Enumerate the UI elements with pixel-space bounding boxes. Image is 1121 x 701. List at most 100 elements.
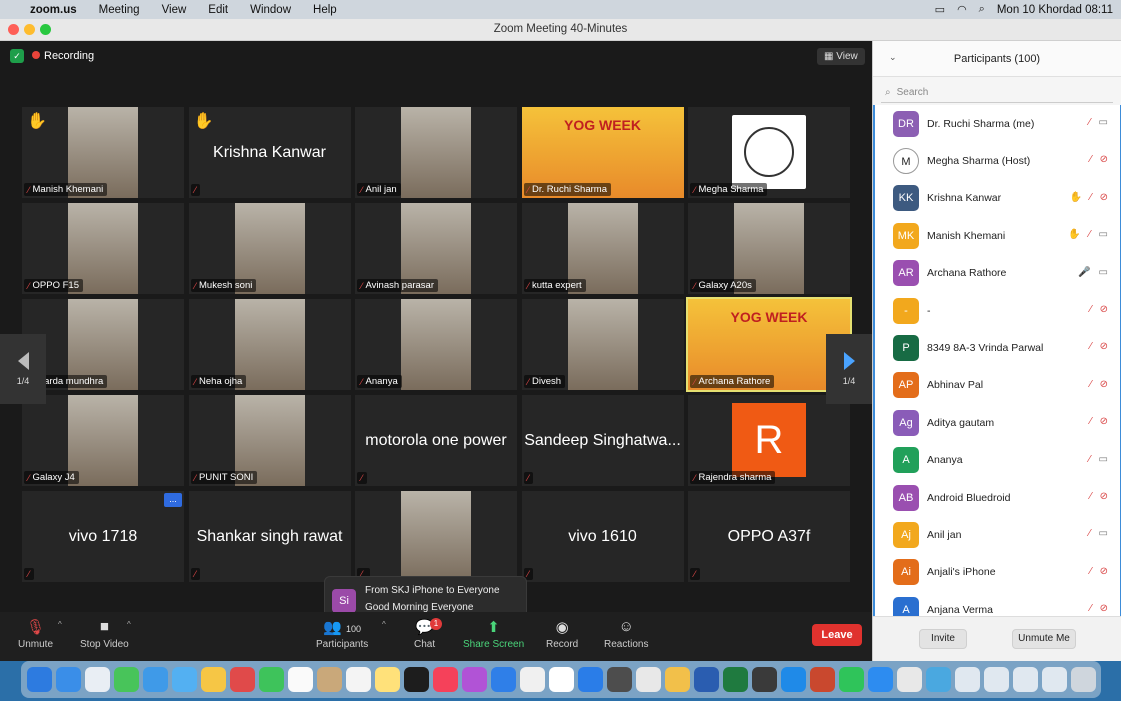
dock-app-icon[interactable] bbox=[230, 667, 255, 692]
dock-app-icon[interactable] bbox=[665, 667, 690, 692]
participants-button[interactable]: 👥 100 Participants bbox=[316, 618, 368, 650]
dock-app-icon[interactable] bbox=[636, 667, 661, 692]
menubar-clock[interactable]: Mon 10 Khordad 08:11 bbox=[997, 4, 1113, 16]
dock-app-icon[interactable] bbox=[810, 667, 835, 692]
microphone-muted-icon[interactable]: ⁄ bbox=[1090, 416, 1092, 427]
microphone-muted-icon[interactable]: ⁄ bbox=[1090, 341, 1092, 352]
video-camera-icon[interactable]: ▭ bbox=[1099, 528, 1108, 539]
microphone-muted-icon[interactable]: ⁄ bbox=[1090, 491, 1092, 502]
participant-row[interactable]: Ag Aditya gautam ⁄ ⊘ bbox=[875, 404, 1120, 441]
menu-meeting[interactable]: Meeting bbox=[99, 4, 140, 16]
previous-page-button[interactable]: 1/4 bbox=[0, 334, 46, 404]
microphone-muted-icon[interactable]: ⁄ bbox=[1090, 154, 1092, 165]
video-tile[interactable]: ⁄ Divesh bbox=[521, 299, 684, 390]
search-icon[interactable]: ⌕ bbox=[979, 3, 985, 16]
wifi-icon[interactable]: ◠ bbox=[957, 3, 967, 16]
participant-row[interactable]: DR Dr. Ruchi Sharma (me) ⁄ ▭ bbox=[875, 105, 1120, 142]
microphone-muted-icon[interactable]: ⁄ bbox=[1090, 304, 1092, 315]
dock-app-icon[interactable] bbox=[607, 667, 632, 692]
dock-app-icon[interactable] bbox=[897, 667, 922, 692]
video-tile[interactable]: ⁄ Ananya bbox=[355, 299, 517, 390]
participant-row[interactable]: P 8349 8A-3 Vrinda Parwal ⁄ ⊘ bbox=[875, 329, 1120, 366]
dock-app-icon[interactable] bbox=[1013, 667, 1038, 692]
dock-app-icon[interactable] bbox=[752, 667, 777, 692]
video-camera-off-icon[interactable]: ⊘ bbox=[1100, 566, 1108, 577]
microphone-muted-icon[interactable]: ⁄ bbox=[1090, 566, 1092, 577]
dock-app-icon[interactable] bbox=[346, 667, 371, 692]
microphone-muted-icon[interactable]: ⁄ bbox=[1089, 117, 1091, 128]
dock-app-icon[interactable] bbox=[520, 667, 545, 692]
dock-app-icon[interactable] bbox=[259, 667, 284, 692]
participant-row[interactable]: AP Abhinav Pal ⁄ ⊘ bbox=[875, 367, 1120, 404]
dock-app-icon[interactable] bbox=[694, 667, 719, 692]
video-camera-off-icon[interactable]: ⊘ bbox=[1100, 491, 1108, 502]
stop-video-button[interactable]: ■ Stop Video bbox=[80, 618, 129, 650]
video-camera-off-icon[interactable]: ⊘ bbox=[1100, 379, 1108, 390]
record-button[interactable]: ◉ Record bbox=[546, 618, 578, 650]
microphone-muted-icon[interactable]: ⁄ bbox=[1089, 528, 1091, 539]
video-tile[interactable]: Krishna Kanwar ✋ ⁄ bbox=[188, 107, 351, 198]
video-tile[interactable]: ⁄ Neha ojha bbox=[188, 299, 351, 390]
dock-app-icon[interactable] bbox=[143, 667, 168, 692]
video-tile[interactable]: ⁄Sharda mundhra bbox=[22, 299, 184, 390]
video-tile[interactable]: ⁄ Megha Sharma bbox=[688, 107, 850, 198]
microphone-icon[interactable]: 🎤 bbox=[1078, 267, 1090, 278]
participant-list[interactable]: DR Dr. Ruchi Sharma (me) ⁄ ▭ M Megha Sharma (… bbox=[873, 105, 1121, 616]
dock-app-icon[interactable] bbox=[375, 667, 400, 692]
dock-app-icon[interactable] bbox=[288, 667, 313, 692]
participant-search-input[interactable]: ⌕ Search bbox=[881, 83, 1113, 103]
dock-app-icon[interactable] bbox=[549, 667, 574, 692]
participant-row[interactable]: M Megha Sharma (Host) ⁄ ⊘ bbox=[875, 142, 1120, 179]
unmute-me-button[interactable]: Unmute Me bbox=[1012, 629, 1076, 649]
video-options-caret[interactable]: ^ bbox=[127, 620, 131, 629]
microphone-muted-icon[interactable]: ⁄ bbox=[1090, 603, 1092, 614]
dock-app-icon[interactable] bbox=[839, 667, 864, 692]
dock-app-icon[interactable] bbox=[926, 667, 951, 692]
video-camera-icon[interactable]: ▭ bbox=[1099, 454, 1108, 465]
video-camera-off-icon[interactable]: ⊘ bbox=[1100, 192, 1108, 203]
dock-app-icon[interactable] bbox=[172, 667, 197, 692]
participants-options-caret[interactable]: ^ bbox=[382, 620, 386, 629]
video-tile[interactable]: ⁄ OPPO F15 bbox=[22, 203, 184, 294]
invite-button[interactable]: Invite bbox=[919, 629, 967, 649]
menu-view[interactable]: View bbox=[162, 4, 187, 16]
dock-app-icon[interactable] bbox=[201, 667, 226, 692]
participant-row[interactable]: AB Android Bluedroid ⁄ ⊘ bbox=[875, 479, 1120, 516]
chevron-down-icon[interactable]: ⌄ bbox=[889, 52, 897, 63]
view-button[interactable]: ▦ View bbox=[817, 48, 865, 65]
video-camera-off-icon[interactable]: ⊘ bbox=[1100, 603, 1108, 614]
share-screen-button[interactable]: ⬆ Share Screen bbox=[463, 618, 524, 650]
battery-icon[interactable]: ▭ bbox=[935, 3, 945, 16]
video-tile[interactable]: ⁄ Mukesh soni bbox=[188, 203, 351, 294]
participant-row[interactable]: MK Manish Khemani ✋ ⁄ ▭ bbox=[875, 217, 1120, 254]
video-tile[interactable]: motorola one power ⁄ bbox=[355, 395, 517, 486]
dock-app-icon[interactable] bbox=[85, 667, 110, 692]
microphone-muted-icon[interactable]: ⁄ bbox=[1090, 192, 1092, 203]
dock-app-icon[interactable] bbox=[462, 667, 487, 692]
video-tile[interactable]: ⁄ bbox=[355, 491, 517, 582]
dock-app-icon[interactable] bbox=[868, 667, 893, 692]
video-tile[interactable]: ✋ ⁄ Manish Khemani bbox=[22, 107, 184, 198]
microphone-muted-icon[interactable]: ⁄ bbox=[1089, 229, 1091, 240]
video-tile[interactable]: ⁄ Avinash parasar bbox=[355, 203, 517, 294]
dock-app-icon[interactable] bbox=[723, 667, 748, 692]
video-camera-off-icon[interactable]: ⊘ bbox=[1100, 416, 1108, 427]
dock-app-icon[interactable] bbox=[56, 667, 81, 692]
tile-more-options-button[interactable]: ... bbox=[164, 493, 182, 507]
menu-edit[interactable]: Edit bbox=[208, 4, 228, 16]
menu-window[interactable]: Window bbox=[250, 4, 291, 16]
video-tile[interactable]: YOG WEEK ⁄ Dr. Ruchi Sharma bbox=[521, 107, 684, 198]
dock-app-icon[interactable] bbox=[984, 667, 1009, 692]
microphone-muted-icon[interactable]: ⁄ bbox=[1090, 379, 1092, 390]
dock-app-icon[interactable] bbox=[781, 667, 806, 692]
video-tile[interactable]: ⁄ Anil jan bbox=[355, 107, 517, 198]
video-camera-off-icon[interactable]: ⊘ bbox=[1100, 154, 1108, 165]
video-tile[interactable]: ⁄ Galaxy J4 bbox=[22, 395, 184, 486]
video-camera-off-icon[interactable]: ⊘ bbox=[1100, 304, 1108, 315]
participant-row[interactable]: Ai Anjali's iPhone ⁄ ⊘ bbox=[875, 554, 1120, 591]
menu-help[interactable]: Help bbox=[313, 4, 337, 16]
participant-row[interactable]: AR Archana Rathore 🎤 ▭ bbox=[875, 255, 1120, 292]
menu-app[interactable]: zoom.us bbox=[30, 4, 77, 16]
participant-row[interactable]: KK Krishna Kanwar ✋ ⁄ ⊘ bbox=[875, 180, 1120, 217]
reactions-button[interactable]: ☺ Reactions bbox=[604, 618, 648, 650]
